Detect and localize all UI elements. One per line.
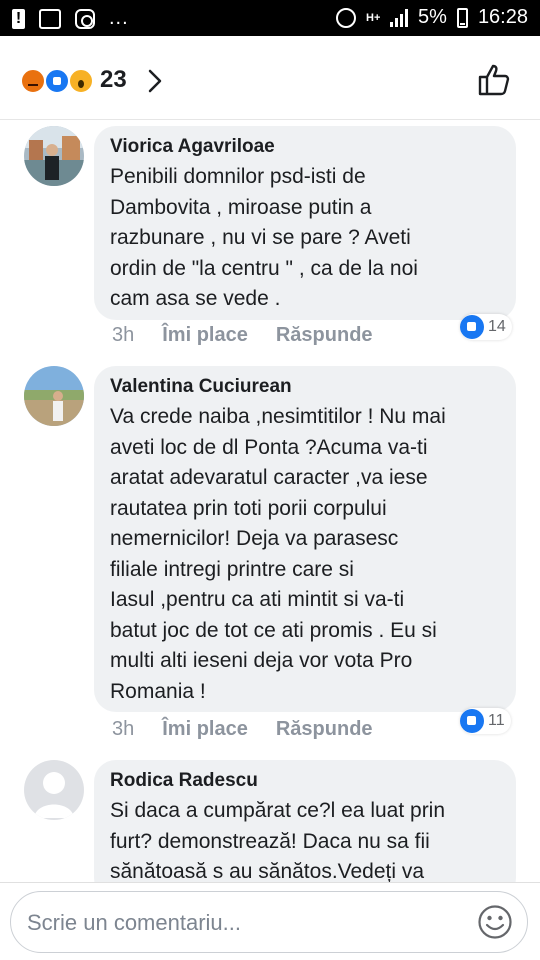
thumbs-up-icon[interactable] bbox=[476, 62, 512, 98]
instagram-icon bbox=[75, 8, 95, 29]
comment-input-placeholder: Scrie un comentariu... bbox=[27, 910, 241, 935]
comment-bubble: Viorica Agavriloae Penibili domnilor psd… bbox=[94, 126, 516, 320]
comment-bubble: Rodica Radescu Si daca a cumpărat ce?l e… bbox=[94, 760, 516, 900]
comment-time: 3h bbox=[112, 718, 135, 740]
like-icon bbox=[460, 709, 484, 733]
reactions-bar[interactable]: 23 bbox=[0, 36, 540, 120]
avatar[interactable] bbox=[24, 126, 84, 186]
signal-icon bbox=[390, 8, 409, 27]
reaction-count[interactable]: 23 bbox=[100, 66, 127, 94]
comment-actions: 3h Îmi place Răspunde bbox=[112, 718, 373, 741]
like-button[interactable]: Îmi place bbox=[162, 324, 248, 347]
like-button[interactable]: Îmi place bbox=[162, 718, 248, 741]
avatar[interactable] bbox=[24, 366, 84, 426]
comment-author[interactable]: Valentina Cuciurean bbox=[110, 374, 500, 400]
battery-icon bbox=[456, 7, 468, 28]
alert-icon: ! bbox=[12, 8, 25, 29]
comment-like-count[interactable]: 14 bbox=[460, 314, 512, 340]
comment-input[interactable]: Scrie un comentariu... bbox=[10, 891, 528, 953]
comment-actions: 3h Îmi place Răspunde bbox=[112, 324, 373, 347]
network-type: H+ bbox=[366, 11, 381, 24]
more-notifications: ... bbox=[109, 7, 129, 29]
comment-text: Va crede naiba ,nesimtitilor ! Nu mai av… bbox=[110, 405, 446, 703]
comment-like-count[interactable]: 11 bbox=[460, 708, 511, 734]
comment-text: Si daca a cumpărat ce?l ea luat prin fur… bbox=[110, 799, 446, 883]
reply-button[interactable]: Răspunde bbox=[276, 718, 373, 741]
battery-percent: 5% bbox=[418, 6, 447, 28]
comment-time: 3h bbox=[112, 324, 135, 346]
reply-button[interactable]: Răspunde bbox=[276, 324, 373, 347]
emoji-icon[interactable] bbox=[477, 904, 513, 940]
clock: 16:28 bbox=[477, 6, 528, 28]
comment-author[interactable]: Rodica Radescu bbox=[110, 768, 500, 794]
like-icon bbox=[44, 68, 70, 94]
alarm-icon bbox=[336, 7, 357, 28]
comment-text: Penibili domnilor psd-isti de Dambovita … bbox=[110, 165, 418, 310]
comment-bubble: Valentina Cuciurean Va crede naiba ,nesi… bbox=[94, 366, 516, 712]
wow-icon bbox=[68, 68, 94, 94]
angry-icon bbox=[20, 68, 46, 94]
gmail-icon bbox=[39, 8, 61, 29]
chevron-right-icon[interactable] bbox=[142, 68, 168, 94]
comment-author[interactable]: Viorica Agavriloae bbox=[110, 134, 500, 160]
comment-composer: Scrie un comentariu... bbox=[0, 882, 540, 960]
avatar[interactable] bbox=[24, 760, 84, 820]
like-icon bbox=[460, 315, 484, 339]
status-bar: ! ... H+ 5% 16:28 bbox=[0, 0, 540, 36]
